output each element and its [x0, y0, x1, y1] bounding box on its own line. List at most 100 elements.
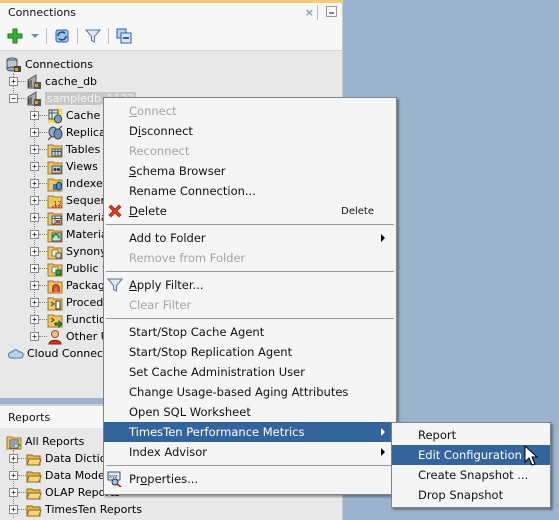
procedures-folder-icon: [47, 295, 63, 311]
expand-icon[interactable]: +: [30, 315, 39, 324]
connection-icon: [26, 73, 42, 90]
expand-icon[interactable]: +: [30, 264, 39, 273]
expand-icon[interactable]: +: [30, 128, 39, 137]
menu-separator: [106, 318, 394, 319]
tree-connector: [39, 268, 47, 269]
expand-icon[interactable]: +: [9, 77, 18, 86]
menu-item-apply-filter[interactable]: Apply Filter...: [104, 275, 396, 295]
menu-separator: [106, 271, 394, 272]
collapse-all-icon[interactable]: [115, 27, 133, 45]
tree-item-label: Packag: [66, 279, 105, 292]
tree-connector: [18, 98, 26, 99]
menu-item-label: Clear Filter: [129, 298, 192, 312]
menu-item-timesten-performance-metrics[interactable]: TimesTen Performance Metrics: [104, 422, 396, 442]
connections-panel-title: Connections: [8, 6, 76, 19]
menu-item-label: Disconnect: [129, 124, 193, 138]
menu-item-index-advisor[interactable]: Index Advisor: [104, 442, 396, 462]
report-folder-icon: [26, 485, 42, 501]
expand-icon[interactable]: +: [30, 281, 39, 290]
tree-connector: [39, 149, 47, 150]
menu-item-label: Rename Connection...: [129, 184, 256, 198]
menu-item-properties[interactable]: xyz Properties...: [104, 469, 396, 489]
toolbar-separator: [108, 28, 109, 44]
expand-icon[interactable]: +: [9, 454, 18, 463]
menu-item-delete[interactable]: Delete Delete: [104, 201, 396, 221]
menu-item-label: Index Advisor: [129, 445, 208, 459]
other-users-icon: [47, 329, 63, 345]
filter-icon: [106, 277, 124, 293]
menu-item-add-to-folder[interactable]: Add to Folder: [104, 228, 396, 248]
expand-icon[interactable]: +: [30, 179, 39, 188]
add-connection-icon[interactable]: [6, 27, 24, 45]
submenu-item-create-snapshot[interactable]: Create Snapshot ...: [392, 465, 550, 485]
connection-context-menu: Connect Disconnect Reconnect Schema Brow…: [103, 97, 397, 495]
tree-connector: [18, 509, 26, 510]
menu-item-label: TimesTen Performance Metrics: [129, 425, 305, 439]
mouse-cursor-icon: [524, 444, 539, 467]
menu-item-connect[interactable]: Connect: [104, 101, 396, 121]
menu-item-label: Apply Filter...: [129, 278, 204, 292]
tree-connector: [39, 251, 47, 252]
submenu-item-drop-snapshot[interactable]: Drop Snapshot: [392, 485, 550, 505]
menu-item-label: Reconnect: [129, 144, 190, 158]
expand-icon[interactable]: +: [30, 111, 39, 120]
menu-item-label: Change Usage-based Aging Attributes: [129, 385, 349, 399]
expand-icon[interactable]: +: [30, 332, 39, 341]
cache-group-icon: [47, 108, 63, 124]
tree-item-timesten-reports[interactable]: + TimesTen Reports: [0, 501, 342, 518]
expand-icon[interactable]: +: [30, 145, 39, 154]
tree-connector: [18, 475, 26, 476]
materialized-view-logs-folder-icon: [47, 227, 63, 243]
expand-icon[interactable]: +: [30, 230, 39, 239]
tree-connector: [39, 234, 47, 235]
minimize-panel-icon[interactable]: [326, 6, 337, 17]
menu-item-label: Schema Browser: [129, 164, 226, 178]
public-synonyms-folder-icon: [47, 261, 63, 277]
menu-item-label: Create Snapshot ...: [418, 468, 529, 482]
tree-connector: [18, 81, 26, 82]
packages-folder-icon: [47, 278, 63, 294]
menu-item-label: Drop Snapshot: [418, 488, 504, 502]
synonyms-folder-icon: [47, 244, 63, 260]
expand-icon[interactable]: +: [30, 213, 39, 222]
tree-item-label: Materia: [66, 228, 108, 241]
expand-icon[interactable]: +: [9, 505, 18, 514]
submenu-item-report[interactable]: Report: [392, 425, 550, 445]
menu-item-schema-browser[interactable]: Schema Browser: [104, 161, 396, 181]
menu-item-change-aging-attributes[interactable]: Change Usage-based Aging Attributes: [104, 382, 396, 402]
tree-connector: [39, 319, 47, 320]
toolbar-separator: [77, 28, 78, 44]
menu-item-start-stop-cache-agent[interactable]: Start/Stop Cache Agent: [104, 322, 396, 342]
menu-item-disconnect[interactable]: Disconnect: [104, 121, 396, 141]
expand-icon[interactable]: +: [30, 298, 39, 307]
tree-connector: [39, 336, 47, 337]
expand-icon[interactable]: +: [9, 488, 18, 497]
dropdown-arrow-icon[interactable]: [30, 27, 40, 45]
menu-item-set-cache-admin-user[interactable]: Set Cache Administration User: [104, 362, 396, 382]
tree-item-label: Functio: [66, 313, 106, 326]
close-panel-icon[interactable]: ×: [305, 6, 314, 19]
expand-icon[interactable]: +: [30, 196, 39, 205]
filter-icon[interactable]: [84, 27, 102, 45]
connection-icon: [26, 90, 42, 107]
menu-item-rename-connection[interactable]: Rename Connection...: [104, 181, 396, 201]
collapse-icon[interactable]: −: [9, 94, 18, 103]
menu-item-label: Delete: [129, 204, 167, 218]
menu-item-label: Edit Configuration: [418, 448, 522, 462]
menu-item-remove-from-folder[interactable]: Remove from Folder: [104, 248, 396, 268]
refresh-icon[interactable]: [53, 27, 71, 45]
tree-connector: [18, 458, 26, 459]
expand-icon[interactable]: +: [30, 162, 39, 171]
menu-item-start-stop-replication-agent[interactable]: Start/Stop Replication Agent: [104, 342, 396, 362]
tree-connection-cache-db[interactable]: + cache_db: [0, 73, 342, 90]
tree-root-connections[interactable]: Connections: [0, 56, 342, 73]
menu-item-clear-filter[interactable]: Clear Filter: [104, 295, 396, 315]
menu-item-open-sql-worksheet[interactable]: Open SQL Worksheet: [104, 402, 396, 422]
menu-item-reconnect[interactable]: Reconnect: [104, 141, 396, 161]
tree-item-label: Sequer: [66, 194, 105, 207]
expand-icon[interactable]: +: [30, 247, 39, 256]
submenu-arrow-icon: [381, 428, 385, 436]
properties-icon: xyz: [107, 471, 123, 488]
expand-icon[interactable]: +: [9, 471, 18, 480]
report-folder-icon: [26, 502, 42, 518]
